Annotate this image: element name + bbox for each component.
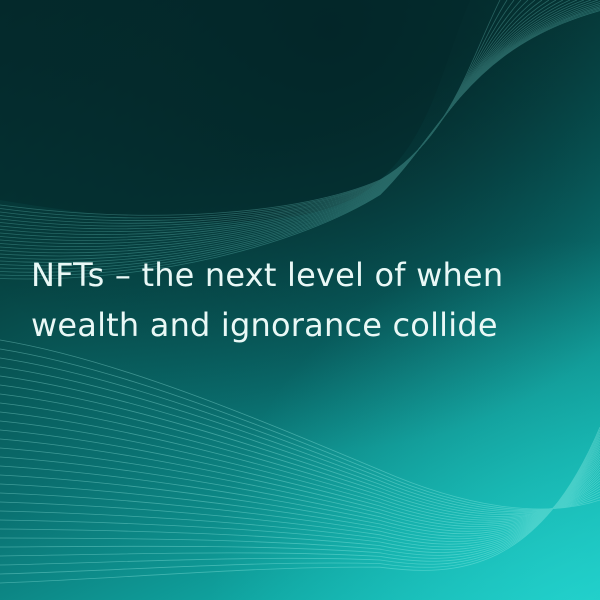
- headline-line-1: NFTs – the next level of when: [31, 256, 504, 294]
- hero-card: NFTs – the next level of when wealth and…: [0, 0, 600, 600]
- headline: NFTs – the next level of when wealth and…: [31, 250, 571, 350]
- headline-line-2: wealth and ignorance collide: [31, 306, 498, 344]
